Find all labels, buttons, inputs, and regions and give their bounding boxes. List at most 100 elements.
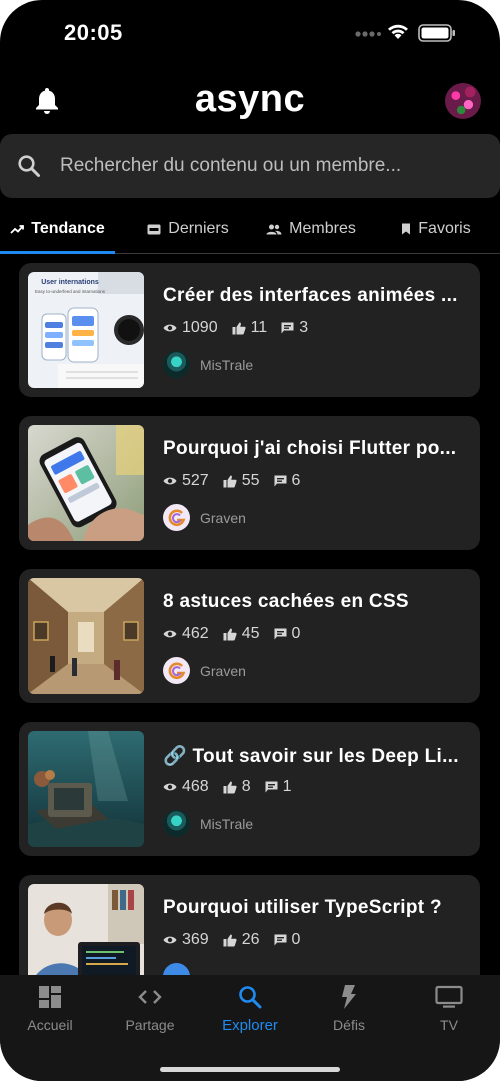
thumbnail-subheading: Easy to-underfeed and intarnations xyxy=(34,289,106,294)
nav-label: Défis xyxy=(333,1017,365,1033)
nav-accueil[interactable]: Accueil xyxy=(0,985,100,1045)
code-icon xyxy=(138,990,162,1004)
thumb-up-icon xyxy=(232,322,246,334)
comments-stat: 0 xyxy=(274,931,300,949)
post-thumbnail xyxy=(28,884,144,975)
tab-favoris[interactable]: Favoris xyxy=(390,204,482,254)
search-icon xyxy=(239,986,262,1009)
tab-label: Favoris xyxy=(418,220,471,237)
views-stat: 369 xyxy=(163,931,209,949)
post-title[interactable]: 🔗 Tout savoir sur les Deep Li... xyxy=(163,744,475,768)
post-stats: 527 55 6 xyxy=(163,472,314,490)
post-card[interactable]: 8 astuces cachées en CSS 462 45 0 Graven xyxy=(19,569,480,703)
post-stats: 468 8 1 xyxy=(163,778,306,796)
post-title[interactable]: Pourquoi j'ai choisi Flutter po... xyxy=(163,438,475,460)
active-tab-indicator xyxy=(0,251,115,254)
likes-stat: 8 xyxy=(223,778,251,796)
post-stats: 462 45 0 xyxy=(163,625,314,643)
eye-icon xyxy=(163,936,177,944)
thumb-up-icon xyxy=(223,628,237,640)
post-feed[interactable]: User internations Easy to-underfeed and … xyxy=(0,255,500,975)
eye-icon xyxy=(163,630,177,638)
post-author[interactable]: MisTrale xyxy=(163,810,253,837)
likes-stat: 45 xyxy=(223,625,260,643)
post-stats: 1090 11 3 xyxy=(163,319,322,337)
nav-explorer[interactable]: Explorer xyxy=(200,985,300,1045)
author-avatar xyxy=(163,810,190,837)
post-card[interactable]: 🔗 Tout savoir sur les Deep Li... 468 8 1… xyxy=(19,722,480,856)
comment-icon xyxy=(274,934,286,946)
nav-tv[interactable]: TV xyxy=(399,985,499,1045)
eye-icon xyxy=(163,324,177,332)
author-name: Graven xyxy=(200,662,246,679)
comments-stat: 3 xyxy=(281,319,308,337)
views-stat: 462 xyxy=(163,625,209,643)
search-input[interactable] xyxy=(60,146,480,186)
author-name: MisTrale xyxy=(200,815,254,832)
search-bar[interactable] xyxy=(0,134,500,198)
tab-derniers[interactable]: Derniers xyxy=(138,204,238,254)
eye-icon xyxy=(163,477,177,485)
comments-stat: 0 xyxy=(274,625,300,643)
post-title[interactable]: 8 astuces cachées en CSS xyxy=(163,591,475,613)
people-icon xyxy=(266,224,282,234)
post-card[interactable]: Pourquoi j'ai choisi Flutter po... 527 5… xyxy=(19,416,480,550)
post-title[interactable]: Pourquoi utiliser TypeScript ? xyxy=(163,897,475,919)
lightning-icon xyxy=(342,985,356,1009)
views-stat: 1090 xyxy=(163,319,218,337)
likes-stat: 11 xyxy=(232,319,267,337)
nav-label: Accueil xyxy=(27,1017,73,1033)
tab-membres[interactable]: Membres xyxy=(258,204,364,254)
post-thumbnail: User internations Easy to-underfeed and … xyxy=(28,272,144,388)
post-author[interactable]: Graven xyxy=(163,504,246,531)
feed-tabs: Tendance Derniers Membres Favoris xyxy=(0,204,500,254)
likes-stat: 26 xyxy=(223,931,260,949)
comment-icon xyxy=(274,628,286,640)
search-icon xyxy=(18,155,40,177)
signal-dots-icon xyxy=(355,31,381,37)
post-thumbnail xyxy=(28,578,144,694)
phone-screen: 20:05 async Rechercher du contenu ou un … xyxy=(0,0,500,1081)
comment-icon xyxy=(274,475,286,487)
tab-label: Membres xyxy=(289,220,356,237)
author-name: MisTrale xyxy=(200,356,254,373)
nav-defis[interactable]: Défis xyxy=(299,985,399,1045)
tab-tendance[interactable]: Tendance xyxy=(0,204,115,254)
views-stat: 468 xyxy=(163,778,209,796)
home-indicator[interactable] xyxy=(160,1067,340,1072)
nav-partage[interactable]: Partage xyxy=(100,985,200,1045)
comments-stat: 1 xyxy=(265,778,292,796)
author-name: Graven xyxy=(200,509,246,526)
post-thumbnail xyxy=(28,731,144,847)
trending-up-icon xyxy=(10,225,25,234)
post-author[interactable]: MisTrale xyxy=(163,351,253,378)
author-avatar xyxy=(163,963,190,975)
post-thumbnail xyxy=(28,425,144,541)
author-avatar xyxy=(163,504,190,531)
wifi-icon xyxy=(388,24,408,39)
tv-icon xyxy=(435,985,463,1008)
status-bar: 20:05 xyxy=(0,0,500,66)
likes-stat: 55 xyxy=(223,472,260,490)
new-badge-icon xyxy=(147,224,161,234)
author-avatar xyxy=(163,657,190,684)
post-author[interactable]: Graven xyxy=(163,657,246,684)
thumb-up-icon xyxy=(223,781,237,793)
post-title[interactable]: Créer des interfaces animées ... xyxy=(163,285,475,307)
comments-stat: 6 xyxy=(274,472,300,490)
bottom-navigation: Accueil Partage Explorer Défis TV xyxy=(0,975,500,1081)
post-card[interactable]: Pourquoi utiliser TypeScript ? 369 26 0 xyxy=(19,875,480,975)
tab-label: Tendance xyxy=(31,220,105,237)
eye-icon xyxy=(163,783,177,791)
bookmark-icon xyxy=(402,223,411,235)
post-card[interactable]: User internations Easy to-underfeed and … xyxy=(19,263,480,397)
user-avatar[interactable] xyxy=(445,83,481,119)
app-header: async xyxy=(0,70,500,132)
status-time: 20:05 xyxy=(64,20,123,45)
post-author[interactable] xyxy=(163,963,200,975)
nav-label: Partage xyxy=(125,1017,175,1033)
thumbnail-heading: User internations xyxy=(41,279,99,286)
comment-icon xyxy=(265,781,278,793)
author-avatar xyxy=(163,351,190,378)
tab-label: Derniers xyxy=(168,220,229,237)
